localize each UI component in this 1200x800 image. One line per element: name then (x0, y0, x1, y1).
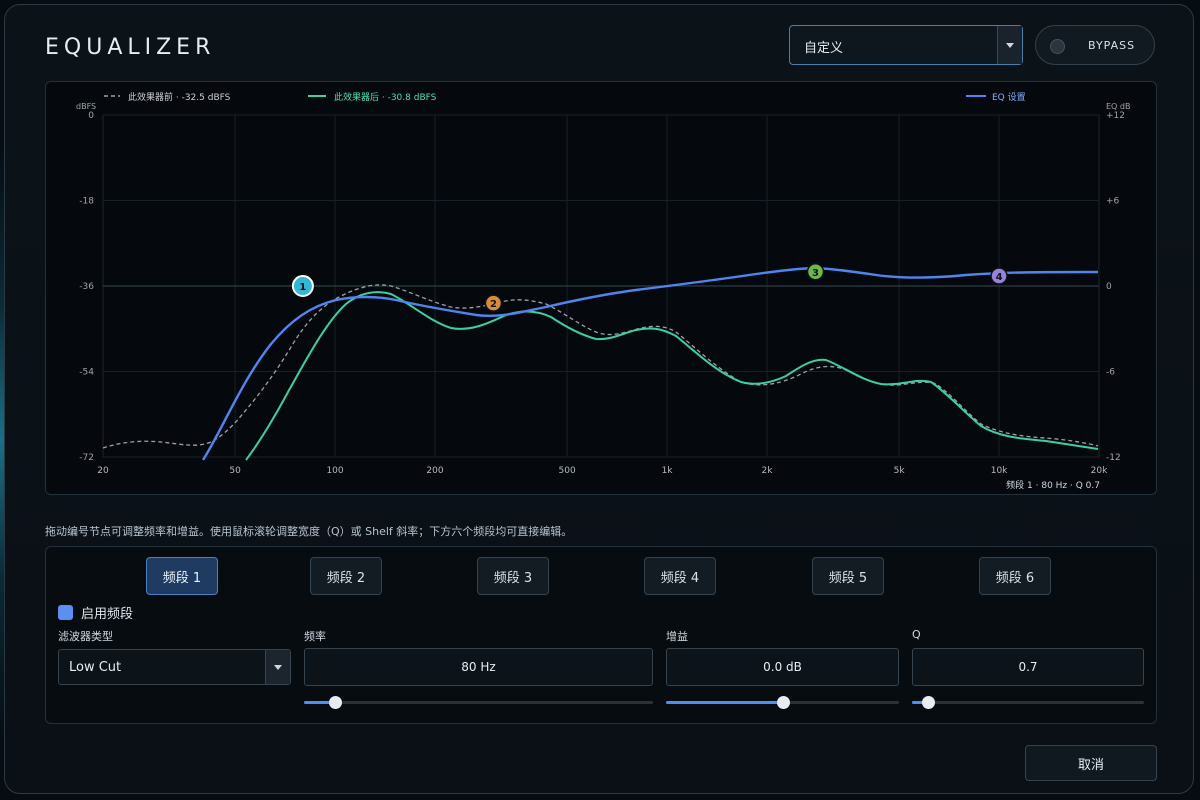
right-tick-label: -12 (1106, 453, 1121, 463)
left-axis: 0 -18 -36 -54 -72 (79, 111, 94, 463)
frequency-response-graph[interactable]: 0 -18 -36 -54 -72 +12 +6 0 -6 -12 20 50 100 200 500 1… (45, 81, 1157, 495)
graph-canvas[interactable]: 0 -18 -36 -54 -72 +12 +6 0 -6 -12 20 50 100 200 500 1… (46, 82, 1156, 494)
left-tick-label: 0 (88, 111, 94, 121)
chevron-down-icon[interactable] (265, 650, 290, 684)
chevron-down-icon[interactable] (997, 26, 1022, 64)
frequency-tick-label: 1k (662, 466, 674, 476)
post-effect-curve (245, 291, 1099, 461)
preset-select[interactable]: 自定义 (789, 25, 1023, 65)
bypass-toggle[interactable]: BYPASS (1035, 25, 1155, 65)
filter-type-label: 滤波器类型 (58, 630, 113, 643)
band-editor: 频段 1 频段 2 频段 3 频段 4 频段 5 频段 6 启用频段 滤波器类型 Low … (45, 546, 1157, 724)
eq-curve (201, 266, 1099, 461)
left-tick-label: -54 (79, 368, 94, 378)
gain-slider-fill (666, 701, 783, 704)
left-tick-label: -72 (79, 453, 94, 463)
cancel-button[interactable]: 取消 (1025, 745, 1157, 781)
legend-eq-label: EQ 设置 (992, 92, 1026, 103)
gain-label: 增益 (666, 630, 688, 643)
frequency-slider[interactable] (304, 696, 653, 709)
frequency-tick-label: 20 (97, 466, 109, 476)
band-tab-5[interactable]: 频段 5 (812, 557, 884, 595)
preset-value: 自定义 (804, 41, 844, 56)
band-tab-4[interactable]: 频段 4 (644, 557, 716, 595)
enable-band[interactable]: 启用频段 (58, 603, 133, 622)
bypass-label: BYPASS (1088, 39, 1136, 52)
frequency-tick-label: 10k (991, 466, 1008, 476)
frequency-tick-label: 100 (326, 466, 343, 476)
band-tab-2[interactable]: 频段 2 (310, 557, 382, 595)
band-tab-3[interactable]: 频段 3 (477, 557, 549, 595)
right-tick-label: +6 (1106, 197, 1120, 207)
q-slider-track (912, 701, 1144, 704)
right-axis: +12 +6 0 -6 -12 (1106, 111, 1125, 463)
frequency-tick-label: 500 (559, 466, 576, 476)
eq-node-label: 1 (299, 282, 306, 293)
right-tick-label: +12 (1106, 111, 1125, 121)
frequency-slider-thumb[interactable] (329, 696, 343, 709)
frequency-slider-track (304, 701, 653, 704)
page-title: EQUALIZER (45, 35, 216, 60)
enable-band-checkbox[interactable] (58, 605, 73, 620)
eq-node-3[interactable]: 3 (806, 263, 825, 281)
eq-node-1[interactable]: 1 (291, 275, 314, 297)
frequency-tick-label: 2k (762, 466, 774, 476)
enable-band-label: 启用频段 (81, 607, 134, 622)
right-axis-unit: EQ dB (1106, 102, 1130, 111)
q-label: Q (912, 628, 921, 641)
q-slider[interactable] (912, 696, 1144, 709)
eq-node-2[interactable]: 2 (484, 294, 503, 312)
frequency-tick-label: 5k (894, 466, 906, 476)
bypass-indicator (1050, 39, 1065, 54)
filter-type-value: Low Cut (69, 660, 122, 675)
q-field[interactable]: 0.7 (912, 648, 1144, 686)
equalizer-window: EQUALIZER 自定义 BYPASS 0 -18 -36 -54 -72 +12 +6… (4, 4, 1194, 794)
pre-effect-curve (102, 284, 1099, 449)
frequency-label: 频率 (304, 630, 326, 643)
left-axis-unit: dBFS (76, 102, 96, 111)
legend-post-label: 此效果器后 · -30.8 dBFS (334, 91, 437, 103)
eq-node-label: 2 (490, 299, 497, 310)
graph-status: 频段 1 · 80 Hz · Q 0.7 (1006, 479, 1100, 491)
right-tick-label: 0 (1106, 282, 1112, 292)
eq-node-4[interactable]: 4 (990, 267, 1008, 285)
frequency-field[interactable]: 80 Hz (304, 648, 653, 686)
filter-type-select[interactable]: Low Cut (58, 649, 291, 685)
left-tick-label: -18 (79, 197, 94, 207)
legend-pre-label: 此效果器前 · -32.5 dBFS (128, 91, 231, 103)
frequency-axis: 20 50 100 200 500 1k 2k 5k 10k 20k (97, 466, 1108, 476)
frequency-tick-label: 20k (1091, 466, 1108, 476)
right-tick-label: -6 (1106, 368, 1115, 378)
gain-slider-thumb[interactable] (776, 696, 790, 709)
q-slider-thumb[interactable] (922, 696, 936, 709)
gain-field[interactable]: 0.0 dB (666, 648, 899, 686)
frequency-tick-label: 50 (229, 466, 241, 476)
left-tick-label: -36 (79, 282, 94, 292)
gain-slider[interactable] (666, 696, 899, 709)
band-tab-1[interactable]: 频段 1 (146, 557, 218, 595)
graph-grid (102, 114, 1100, 458)
eq-node-label: 4 (996, 272, 1003, 283)
hint-text: 拖动编号节点可调整频率和增益。使用鼠标滚轮调整宽度（Q）或 Shelf 斜率；下… (45, 525, 573, 538)
band-tab-6[interactable]: 频段 6 (979, 557, 1051, 595)
eq-node-label: 3 (812, 268, 819, 279)
frequency-tick-label: 200 (426, 466, 443, 476)
